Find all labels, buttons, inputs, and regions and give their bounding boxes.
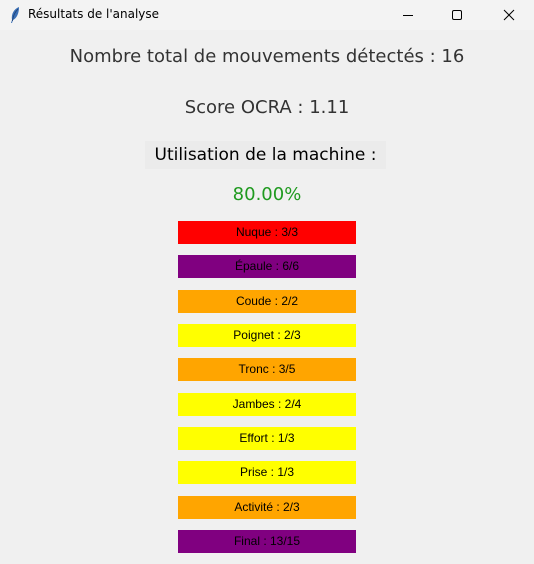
minimize-icon [403, 15, 413, 16]
results-window: Résultats de l'analyse Nombre total de m… [0, 0, 534, 564]
machine-usage-value: 80.00% [232, 184, 302, 205]
score-bar-effort: Effort : 1/3 [178, 427, 356, 450]
score-bar-coude: Coude : 2/2 [178, 290, 356, 313]
score-bar-nuque: Nuque : 3/3 [178, 221, 356, 244]
score-bar-poignet: Poignet : 2/3 [178, 324, 356, 347]
machine-usage-label: Utilisation de la machine : [145, 141, 386, 169]
total-movements-label: Nombre total de mouvements détectés : 16 [69, 46, 465, 67]
score-bar-epaule: Épaule : 6/6 [178, 255, 356, 278]
title-bar[interactable]: Résultats de l'analyse [0, 0, 534, 30]
close-button[interactable] [486, 0, 532, 30]
score-bar-prise: Prise : 1/3 [178, 461, 356, 484]
window-title: Résultats de l'analyse [28, 7, 160, 21]
score-bar-final: Final : 13/15 [178, 530, 356, 553]
score-bar-tronc: Tronc : 3/5 [178, 358, 356, 381]
score-bar-activite: Activité : 2/3 [178, 496, 356, 519]
close-icon [503, 9, 515, 21]
maximize-icon [452, 10, 462, 20]
ocra-score-label: Score OCRA : 1.11 [184, 97, 350, 118]
minimize-button[interactable] [385, 0, 431, 30]
maximize-button[interactable] [434, 0, 480, 30]
feather-icon [9, 6, 21, 24]
score-bar-jambes: Jambes : 2/4 [178, 393, 356, 416]
